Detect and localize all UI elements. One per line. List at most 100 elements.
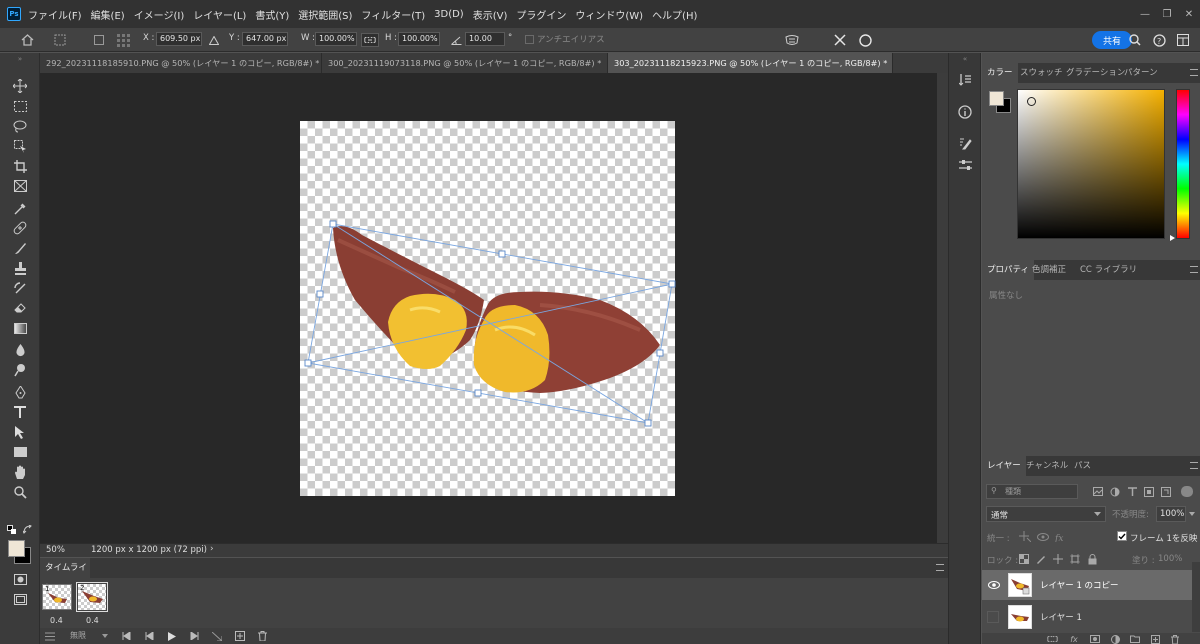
- link-layers-icon[interactable]: [1046, 634, 1058, 644]
- color-panel-tabs: カラー スウォッチ グラデーション パターン: [982, 63, 1200, 83]
- propagate-frame-checkbox[interactable]: [1117, 531, 1127, 541]
- convert-timeline-icon[interactable]: [44, 630, 56, 642]
- filter-shape-icon[interactable]: [1143, 486, 1155, 497]
- share-button[interactable]: 共有: [1092, 31, 1132, 49]
- brush-settings-icon[interactable]: [957, 135, 973, 151]
- dock-expand-icon[interactable]: «: [957, 55, 973, 63]
- visibility-eye-icon[interactable]: [987, 579, 1001, 591]
- status-menu-arrow[interactable]: ›: [210, 544, 214, 554]
- blend-mode-dropdown[interactable]: 通常: [986, 506, 1106, 522]
- timeline-tab[interactable]: タイムライン: [40, 558, 90, 593]
- layer-name[interactable]: レイヤー 1 のコピー: [1040, 579, 1119, 591]
- opacity-label: 不透明度:: [1112, 510, 1149, 520]
- loop-dropdown-icon[interactable]: [100, 631, 110, 641]
- tab-color[interactable]: カラー: [982, 63, 1018, 83]
- layers-panel-tabs: レイヤー チャンネル パス: [982, 456, 1200, 476]
- unify-position-icon[interactable]: [1018, 530, 1032, 543]
- panel-dock-icons: «: [948, 53, 981, 644]
- color-picker-cursor[interactable]: [1027, 97, 1036, 106]
- lock-transparent-icon[interactable]: [1018, 553, 1030, 565]
- close-window-button[interactable]: ✕: [1178, 0, 1200, 28]
- filter-toggle[interactable]: [1181, 486, 1193, 497]
- filter-type-label: 種類: [1005, 487, 1021, 496]
- help-icon[interactable]: ?: [1152, 33, 1166, 47]
- adjustments-icon[interactable]: [957, 157, 973, 173]
- visibility-toggle-empty[interactable]: [987, 611, 999, 623]
- layer-thumbnail: [1008, 605, 1032, 629]
- layers-scrollbar[interactable]: [1192, 562, 1200, 632]
- new-group-icon[interactable]: [1129, 634, 1141, 644]
- tab-layers[interactable]: レイヤー: [982, 456, 1026, 476]
- hue-slider[interactable]: [1176, 89, 1190, 239]
- workspace-icon[interactable]: [1176, 33, 1190, 47]
- frame-thumbnail[interactable]: 1: [42, 584, 72, 610]
- sweet-potato-image[interactable]: [0, 0, 948, 543]
- tab-paths[interactable]: パス: [1069, 456, 1096, 476]
- frame-delay[interactable]: 0.4: [86, 616, 99, 625]
- filter-pixel-icon[interactable]: [1092, 486, 1104, 497]
- tab-patterns[interactable]: パターン: [1119, 63, 1163, 83]
- first-frame-icon[interactable]: [120, 630, 132, 642]
- search-icon: ⚲: [991, 486, 997, 495]
- status-bar: 50% 1200 px x 1200 px (72 ppi) ›: [40, 543, 948, 557]
- duplicate-frame-icon[interactable]: [234, 630, 246, 642]
- opacity-field[interactable]: 100%: [1156, 506, 1186, 522]
- tween-icon[interactable]: [211, 630, 223, 642]
- lock-artboard-icon[interactable]: [1069, 553, 1081, 565]
- svg-text:?: ?: [1157, 37, 1161, 46]
- blend-mode-value: 通常: [991, 511, 1009, 521]
- tab-channels[interactable]: チャンネル: [1021, 456, 1073, 476]
- delete-layer-icon[interactable]: [1169, 634, 1181, 644]
- filter-type-icon[interactable]: [1126, 486, 1138, 497]
- add-mask-icon[interactable]: [1089, 634, 1101, 644]
- search-icon[interactable]: [1128, 33, 1142, 47]
- tab-cc-libraries[interactable]: CC ライブラリ: [1075, 260, 1142, 280]
- lock-all-icon[interactable]: [1086, 553, 1098, 565]
- right-panels: カラー スウォッチ グラデーション パターン プロパティ 色調補正 CC ライブ…: [982, 53, 1200, 644]
- layer-row-selected[interactable]: レイヤー 1 のコピー: [982, 570, 1192, 600]
- window-controls: — ❐ ✕: [1134, 0, 1200, 28]
- properties-panel-tabs: プロパティ 色調補正 CC ライブラリ: [982, 260, 1200, 280]
- previous-frame-icon[interactable]: [143, 630, 155, 642]
- filter-smartobject-icon[interactable]: [1160, 486, 1172, 497]
- panel-menu-icon[interactable]: [936, 564, 944, 571]
- color-field[interactable]: [1017, 89, 1165, 239]
- panel-menu-icon[interactable]: [1190, 266, 1198, 273]
- new-layer-icon[interactable]: [1149, 634, 1161, 644]
- frame-delay[interactable]: 0.4: [50, 616, 63, 625]
- panel-foreground-swatch[interactable]: [989, 91, 1004, 106]
- unify-visibility-icon[interactable]: [1036, 530, 1050, 543]
- layer-thumbnail: [1008, 573, 1032, 597]
- opacity-dropdown-icon[interactable]: [1188, 510, 1196, 518]
- info-icon[interactable]: [957, 104, 973, 120]
- lock-position-icon[interactable]: [1052, 553, 1064, 565]
- hue-slider-marker[interactable]: [1170, 235, 1175, 241]
- frame-thumbnail-selected[interactable]: 2: [76, 582, 108, 612]
- layer-style-icon[interactable]: fx: [1068, 634, 1080, 644]
- panel-menu-icon[interactable]: [1190, 462, 1198, 469]
- unify-style-icon[interactable]: fx: [1054, 530, 1068, 543]
- svg-text:fx: fx: [1055, 534, 1063, 542]
- play-icon[interactable]: [166, 630, 178, 642]
- lock-pixels-icon[interactable]: [1035, 553, 1047, 565]
- quick-mask-icon[interactable]: [10, 570, 30, 588]
- history-icon[interactable]: [957, 71, 973, 87]
- tab-swatches[interactable]: スウォッチ: [1015, 63, 1068, 83]
- delete-frame-icon[interactable]: [256, 630, 268, 642]
- loop-option[interactable]: 無限: [70, 630, 86, 641]
- vertical-scrollbar[interactable]: [937, 73, 948, 543]
- next-frame-icon[interactable]: [188, 630, 200, 642]
- minimize-button[interactable]: —: [1134, 0, 1156, 28]
- panel-menu-icon[interactable]: [1190, 69, 1198, 76]
- tab-adjustments[interactable]: 色調補正: [1027, 260, 1071, 280]
- fill-value[interactable]: 100%: [1158, 554, 1182, 564]
- zoom-level[interactable]: 50%: [46, 545, 65, 555]
- screen-mode-icon[interactable]: [10, 590, 30, 608]
- layer-filter-field[interactable]: ⚲ 種類: [986, 484, 1078, 499]
- filter-adjustment-icon[interactable]: [1109, 486, 1121, 497]
- layer-name[interactable]: レイヤー 1: [1040, 611, 1082, 623]
- restore-button[interactable]: ❐: [1156, 0, 1178, 28]
- layers-footer: fx: [982, 633, 1200, 644]
- layer-row[interactable]: レイヤー 1: [982, 602, 1192, 632]
- new-adjustment-icon[interactable]: [1109, 634, 1121, 644]
